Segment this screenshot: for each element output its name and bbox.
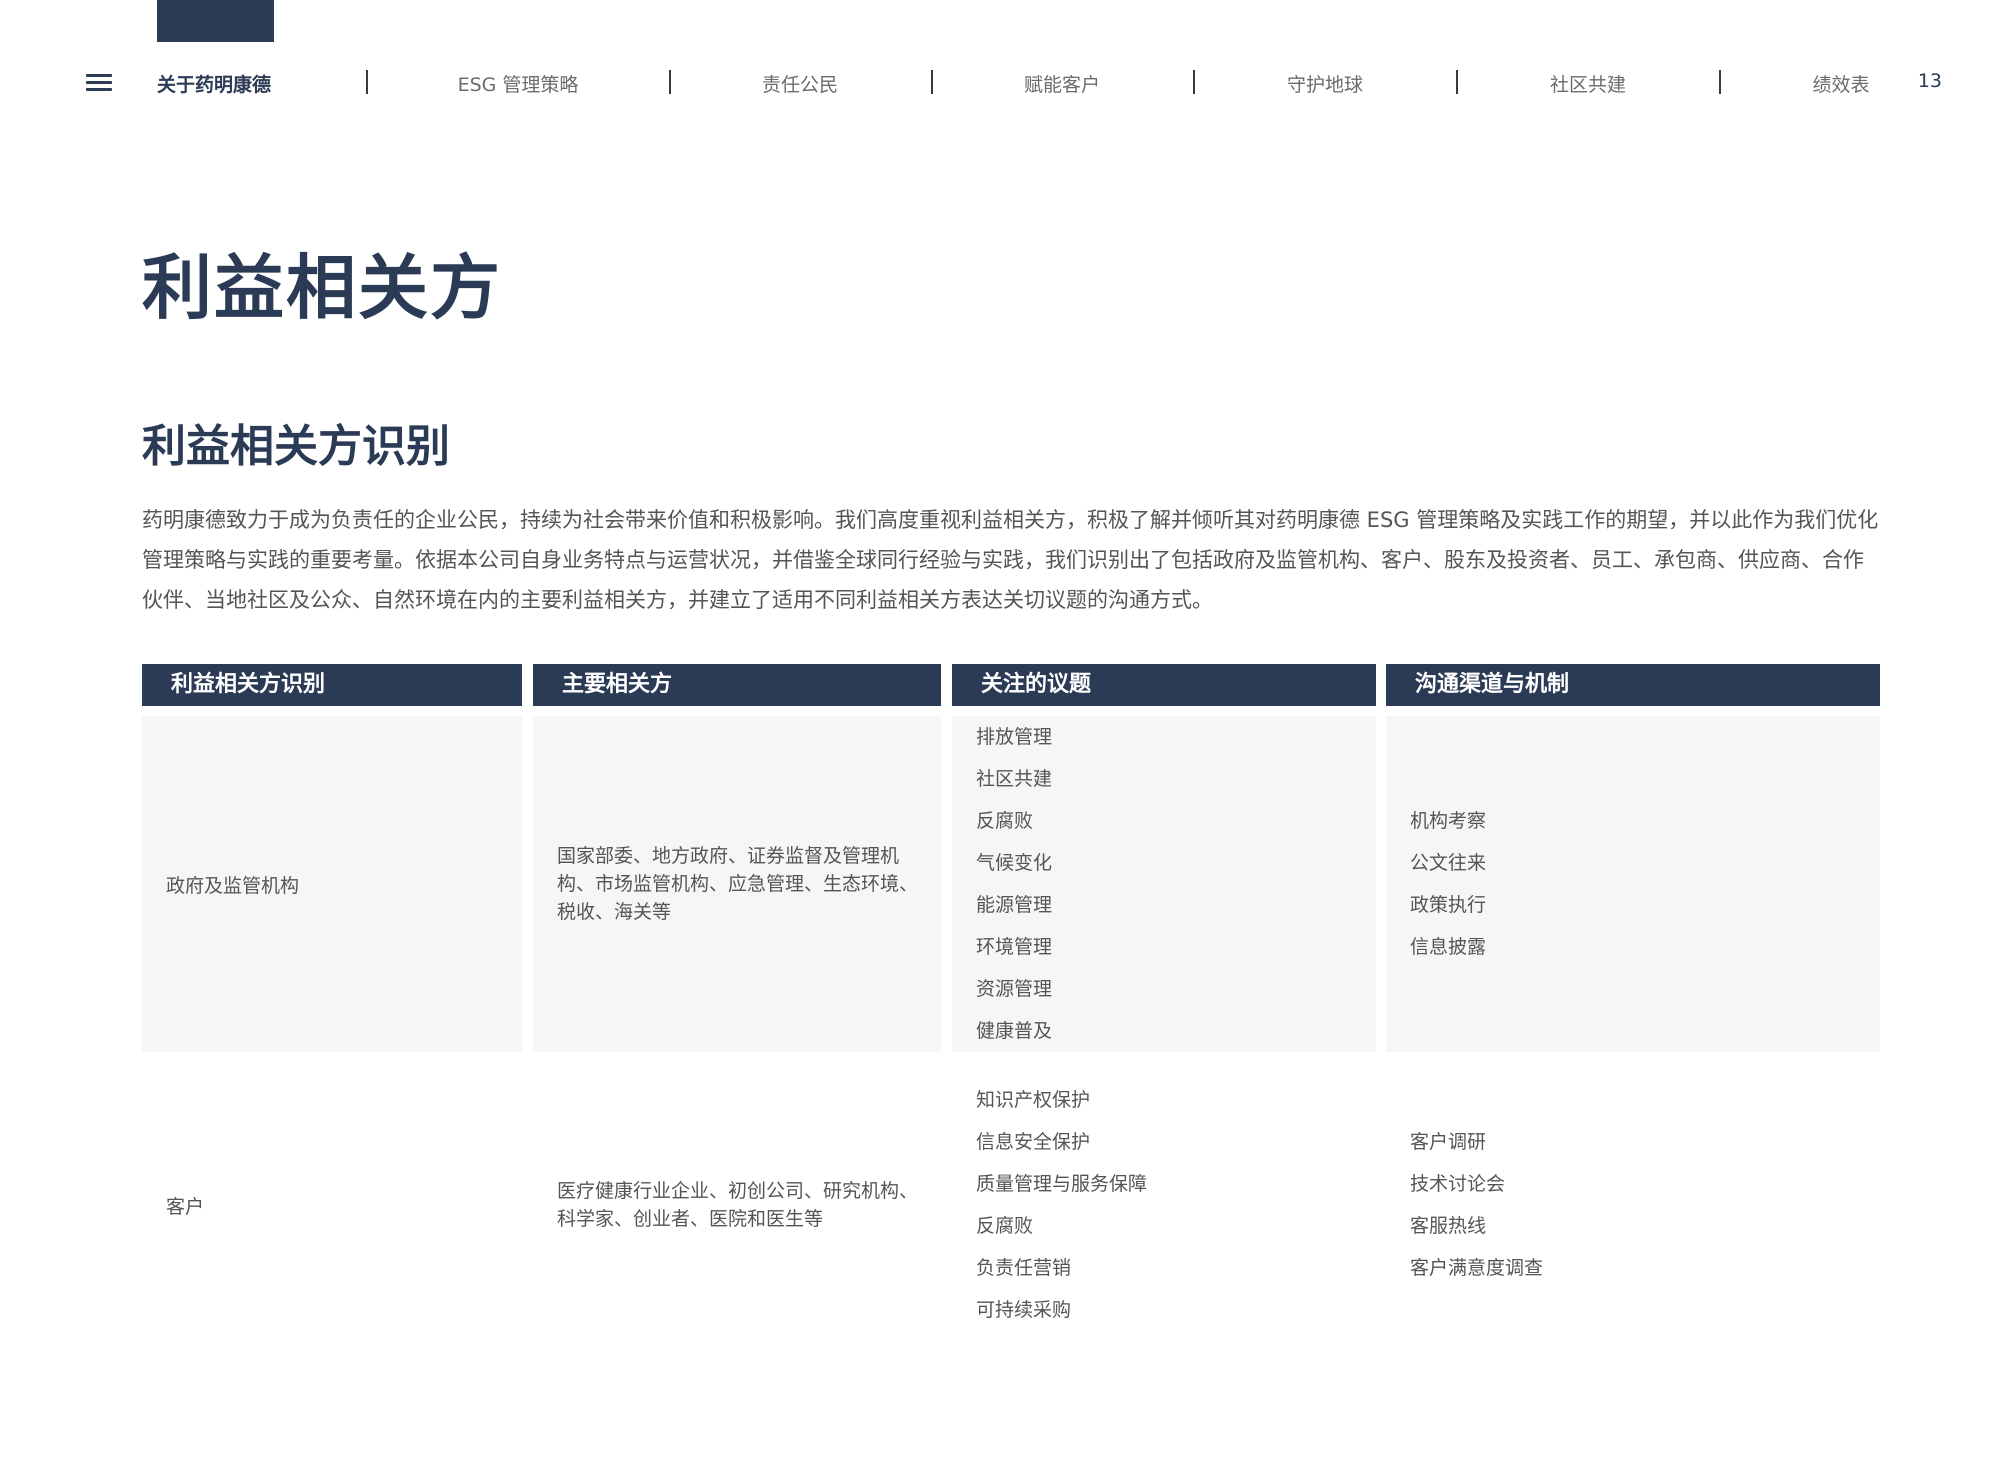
top-navigation: 关于药明康德 ESG 管理策略 责任公民 赋能客户 守护地球 社区共建 绩效表 … (0, 62, 2000, 102)
topic-item: 能源管理 (976, 894, 1053, 916)
channels-cell: 客户调研 技术讨论会 客服热线 客户满意度调查 (1386, 1060, 1880, 1350)
nav-item-responsible-citizen[interactable]: 责任公民 (762, 70, 838, 97)
channel-item: 客户调研 (1410, 1131, 1487, 1153)
nav-item-empower-customers[interactable]: 赋能客户 (1024, 70, 1100, 97)
stakeholder-name: 客户 (166, 1195, 205, 1218)
channels-cell: 机构考察 公文往来 政策执行 信息披露 (1386, 716, 1880, 1052)
nav-separator (931, 70, 933, 94)
parties-cell: 医疗健康行业企业、初创公司、研究机构、科学家、创业者、医院和医生等 (533, 1060, 941, 1350)
nav-item-performance[interactable]: 绩效表 (1812, 70, 1869, 97)
nav-separator (1719, 70, 1721, 94)
topic-item: 负责任营销 (976, 1257, 1072, 1279)
column-header: 沟通渠道与机制 (1386, 664, 1880, 706)
stakeholder-name: 政府及监管机构 (166, 874, 300, 897)
channel-item: 信息披露 (1410, 936, 1487, 958)
topic-item: 健康普及 (976, 1020, 1053, 1042)
topic-item: 排放管理 (976, 726, 1053, 748)
topic-item: 反腐败 (976, 1215, 1034, 1237)
topic-item: 信息安全保护 (976, 1131, 1091, 1153)
topics-cell: 知识产权保护 信息安全保护 质量管理与服务保障 反腐败 负责任营销 可持续采购 (952, 1060, 1376, 1350)
nav-separator (366, 70, 368, 94)
page-title: 利益相关方 (142, 247, 502, 329)
parties-cell: 国家部委、地方政府、证券监督及管理机构、市场监管机构、应急管理、生态环境、税收、… (533, 716, 941, 1052)
table-row: 政府及监管机构 国家部委、地方政府、证券监督及管理机构、市场监管机构、应急管理、… (142, 716, 1880, 1060)
stakeholder-cell: 客户 (142, 1060, 522, 1350)
table-header: 利益相关方识别 主要相关方 关注的议题 沟通渠道与机制 (142, 664, 1880, 706)
top-tab-marker (157, 0, 274, 42)
topic-item: 环境管理 (976, 936, 1053, 958)
stakeholder-table: 利益相关方识别 主要相关方 关注的议题 沟通渠道与机制 政府及监管机构 国家部委… (142, 664, 1880, 1350)
channel-item: 技术讨论会 (1410, 1173, 1506, 1195)
section-title: 利益相关方识别 (142, 421, 450, 472)
topic-item: 质量管理与服务保障 (976, 1173, 1148, 1195)
nav-item-esg-strategy[interactable]: ESG 管理策略 (458, 70, 579, 97)
column-header: 主要相关方 (533, 664, 941, 706)
channel-item: 客户满意度调查 (1410, 1257, 1544, 1279)
nav-separator (1456, 70, 1458, 94)
page-number: 13 (1917, 70, 1942, 92)
stakeholder-cell: 政府及监管机构 (142, 716, 522, 1052)
topics-cell: 排放管理 社区共建 反腐败 气候变化 能源管理 环境管理 资源管理 健康普及 (952, 716, 1376, 1052)
topic-item: 社区共建 (976, 768, 1053, 790)
nav-item-protect-earth[interactable]: 守护地球 (1287, 70, 1363, 97)
nav-separator (1193, 70, 1195, 94)
topic-item: 可持续采购 (976, 1299, 1072, 1321)
topic-item: 资源管理 (976, 978, 1053, 1000)
nav-item-community[interactable]: 社区共建 (1550, 70, 1626, 97)
column-header: 利益相关方识别 (142, 664, 522, 706)
column-header: 关注的议题 (952, 664, 1376, 706)
topic-item: 反腐败 (976, 810, 1034, 832)
nav-separator (669, 70, 671, 94)
channel-item: 公文往来 (1410, 852, 1487, 874)
nav-item-about[interactable]: 关于药明康德 (157, 70, 271, 97)
topic-item: 知识产权保护 (976, 1089, 1091, 1111)
intro-paragraph: 药明康德致力于成为负责任的企业公民，持续为社会带来价值和积极影响。我们高度重视利… (142, 508, 1879, 612)
parties-text: 医疗健康行业企业、初创公司、研究机构、科学家、创业者、医院和医生等 (557, 1180, 919, 1230)
channel-item: 机构考察 (1410, 810, 1487, 832)
channel-item: 客服热线 (1410, 1215, 1487, 1237)
topic-item: 气候变化 (976, 852, 1053, 874)
table-row: 客户 医疗健康行业企业、初创公司、研究机构、科学家、创业者、医院和医生等 知识产… (142, 1060, 1880, 1350)
menu-icon[interactable] (86, 72, 112, 92)
parties-text: 国家部委、地方政府、证券监督及管理机构、市场监管机构、应急管理、生态环境、税收、… (557, 845, 919, 923)
channel-item: 政策执行 (1410, 894, 1487, 916)
